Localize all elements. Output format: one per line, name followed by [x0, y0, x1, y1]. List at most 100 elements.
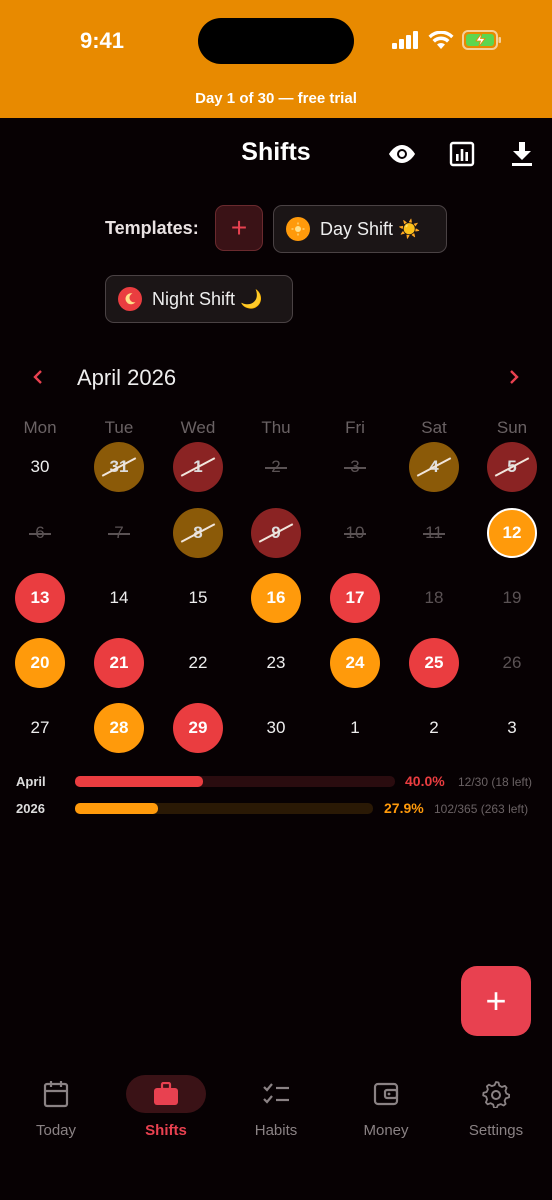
progress-percent-month: 40.0% — [405, 773, 445, 789]
calendar-day[interactable]: 1 — [330, 703, 380, 753]
calendar-day-number: 15 — [188, 588, 208, 607]
battery-charging-icon — [462, 30, 501, 50]
calendar-day[interactable]: 23 — [251, 638, 301, 688]
next-month-button[interactable] — [508, 365, 522, 395]
calendar-day[interactable]: 25 — [409, 638, 459, 688]
tab-habits[interactable]: Habits — [226, 1074, 326, 1139]
add-template-button[interactable]: + — [215, 205, 263, 251]
tab-label: Settings — [468, 1122, 524, 1139]
calendar-day[interactable]: 30 — [15, 442, 65, 492]
calendar-day[interactable]: 11 — [409, 508, 459, 558]
progress-bar-year — [75, 803, 373, 814]
calendar-day[interactable]: 16 — [251, 573, 301, 623]
calendar-day[interactable]: 13 — [15, 573, 65, 623]
progress-count-month: 12/30 (18 left) — [458, 775, 533, 789]
calendar-day[interactable]: 29 — [173, 703, 223, 753]
calendar-day-number: 28 — [109, 718, 129, 737]
calendar-day[interactable]: 21 — [94, 638, 144, 688]
strikethrough-mark — [344, 533, 366, 535]
calendar-day[interactable]: 17 — [330, 573, 380, 623]
calendar-day[interactable]: 18 — [409, 573, 459, 623]
chevron-left-icon — [33, 370, 42, 384]
progress-label-year: 2026 — [16, 801, 45, 816]
calendar-day-number: 20 — [30, 653, 50, 672]
calendar-day[interactable]: 4 — [409, 442, 459, 492]
calendar-day[interactable]: 19 — [487, 573, 537, 623]
calendar-day[interactable]: 15 — [173, 573, 223, 623]
tab-settings[interactable]: Settings — [446, 1074, 546, 1139]
calendar-day-number: 13 — [30, 588, 50, 607]
add-template-label: + — [230, 212, 248, 243]
calendar-day[interactable]: 27 — [15, 703, 65, 753]
tab-today[interactable]: Today — [6, 1074, 106, 1139]
calendar-icon — [43, 1081, 69, 1108]
calendar-day-number: 17 — [345, 588, 365, 607]
strikethrough-mark — [423, 533, 445, 535]
calendar-day-number: 23 — [266, 653, 286, 672]
calendar-day[interactable]: 2 — [409, 703, 459, 753]
weekday-label: Fri — [345, 418, 365, 437]
gear-icon — [482, 1081, 510, 1108]
calendar-day[interactable]: 1 — [173, 442, 223, 492]
calendar-day[interactable]: 20 — [15, 638, 65, 688]
calendar-day[interactable]: 7 — [94, 508, 144, 558]
calendar-day[interactable]: 3 — [330, 442, 380, 492]
calendar-day[interactable]: 8 — [173, 508, 223, 558]
calendar-day-number: 24 — [345, 653, 365, 672]
template-chip-label: Day Shift ☀️ — [320, 218, 421, 239]
progress-percent-year: 27.9% — [384, 800, 424, 816]
calendar-day[interactable]: 31 — [94, 442, 144, 492]
calendar-day-number: 18 — [424, 588, 444, 607]
calendar-day-number: 1 — [350, 718, 360, 737]
calendar-day[interactable]: 30 — [251, 703, 301, 753]
calendar-day-number: 12 — [502, 523, 522, 542]
calendar-day[interactable]: 28 — [94, 703, 144, 753]
calendar-day-number: 26 — [502, 653, 522, 672]
calendar-day[interactable]: 22 — [173, 638, 223, 688]
template-chip-day-shift[interactable]: Day Shift ☀️ — [273, 205, 447, 253]
wallet-icon — [373, 1082, 399, 1106]
calendar-day[interactable]: 6 — [15, 508, 65, 558]
calendar-day-number: 29 — [188, 718, 208, 737]
progress-fill-month — [75, 776, 203, 787]
briefcase-icon — [154, 1082, 178, 1105]
progress-fill-year — [75, 803, 159, 814]
sun-icon — [286, 217, 310, 241]
download-icon[interactable] — [506, 138, 538, 170]
signal-icon — [392, 31, 418, 49]
chart-icon[interactable] — [446, 138, 478, 170]
eye-icon[interactable] — [386, 138, 418, 170]
tab-label: Shifts — [145, 1122, 187, 1139]
weekday-label: Thu — [261, 418, 291, 437]
tab-shifts[interactable]: Shifts — [116, 1074, 216, 1139]
calendar-day[interactable]: 5 — [487, 442, 537, 492]
calendar-day[interactable]: 9 — [251, 508, 301, 558]
calendar-day[interactable]: 10 — [330, 508, 380, 558]
template-chip-night-shift[interactable]: Night Shift 🌙 — [105, 275, 293, 323]
strikethrough-mark — [344, 467, 366, 469]
checklist-icon — [263, 1083, 289, 1104]
calendar-day[interactable]: 3 — [487, 703, 537, 753]
status-bar: 9:41 Day 1 of 30 — free trial — [0, 0, 552, 118]
add-shift-label: + — [485, 980, 507, 1021]
calendar-day-today[interactable]: 12 — [487, 508, 537, 558]
tab-bar: Today Shifts Habits Money Settings — [0, 1060, 552, 1200]
strikethrough-mark — [108, 533, 130, 535]
calendar-day[interactable]: 2 — [251, 442, 301, 492]
calendar-day-number: 3 — [507, 718, 517, 737]
calendar-day[interactable]: 24 — [330, 638, 380, 688]
tab-label: Habits — [254, 1122, 298, 1139]
calendar-day[interactable]: 26 — [487, 638, 537, 688]
strikethrough-mark — [29, 533, 51, 535]
prev-month-button[interactable] — [30, 365, 44, 395]
strikethrough-mark — [265, 467, 287, 469]
templates-label: Templates: — [105, 218, 199, 238]
tab-money[interactable]: Money — [336, 1074, 436, 1139]
calendar-day-number: 27 — [30, 718, 50, 737]
weekday-label: Sun — [496, 418, 528, 437]
calendar-day-number: 30 — [266, 718, 286, 737]
month-label: April 2026 — [77, 365, 177, 390]
add-shift-button[interactable]: + — [461, 966, 531, 1036]
calendar-day[interactable]: 14 — [94, 573, 144, 623]
weekday-label: Tue — [104, 418, 134, 437]
